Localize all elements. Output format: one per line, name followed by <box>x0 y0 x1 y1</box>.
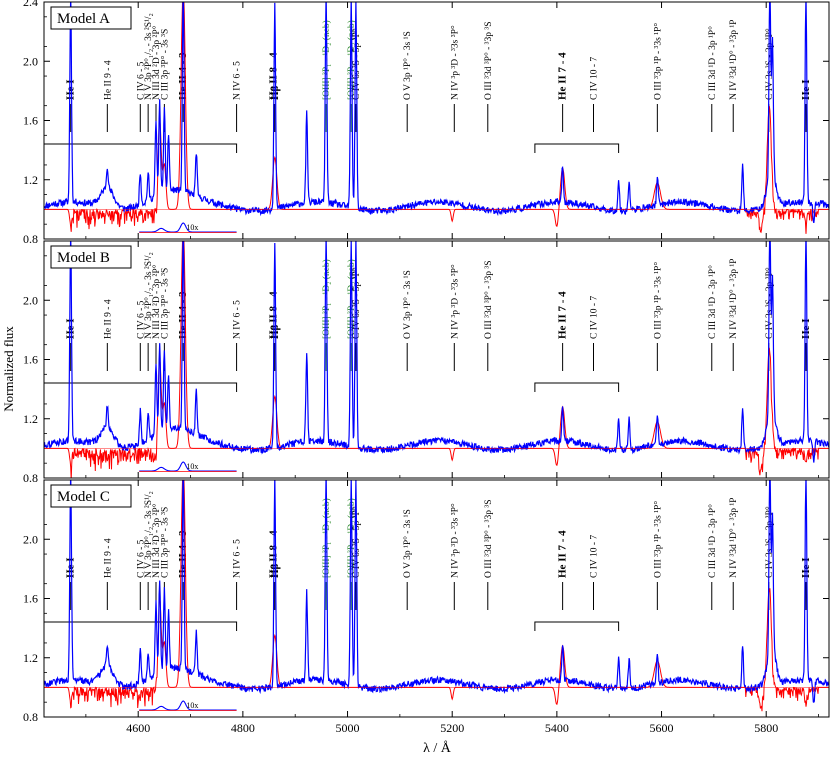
y-tick-label: 0.8 <box>23 710 38 724</box>
line-id-label: He I <box>65 319 77 339</box>
y-tick-label: 1.6 <box>23 114 38 128</box>
line-id-label: He II 7 - 4 <box>557 530 569 578</box>
x-tick-label: 5000 <box>336 721 360 735</box>
line-id-label: C III 3d ¹D - 3p ¹P° <box>707 504 718 578</box>
inset-label: 10x <box>186 223 198 232</box>
line-id-label: Hβ <box>269 563 281 578</box>
line-id-label: O III ³3d ³P° - ³3p ³S <box>483 21 494 100</box>
line-id-label: O V 3p ¹P° - 3s ¹S <box>402 270 413 339</box>
line-id-label: He II 9 - 4 <box>103 299 113 339</box>
line-id-label: O V 3p ¹P° - 3s ¹S <box>402 509 413 578</box>
line-group-bracket <box>534 382 620 392</box>
line-id-label: C III 3d ¹D - 3p ¹P° <box>707 265 718 339</box>
line-id-label: O III ³3d ³P° - ³3p ³S <box>483 499 494 578</box>
line-id-label: N IV ³p ³D - ³3s ³P° <box>449 264 460 339</box>
panel-title: Model C <box>57 489 110 505</box>
x-axis-label: λ / Å <box>423 740 452 756</box>
panel-1: He I He II 9 - 4C IV 6 - 5N V 3p ²P°₁/₂ -… <box>23 0 830 246</box>
line-id-label: C IV 10 - 7 <box>590 535 600 578</box>
line-id-label: He II 7 - 4 <box>557 52 569 100</box>
line-group-bracket <box>534 621 620 631</box>
line-id-label: C III 3p ³P° - 3s ³S <box>159 507 170 578</box>
line-id-label: He I <box>65 558 77 578</box>
inset-label: 10x <box>186 462 198 471</box>
line-id-label: N IV ³p ³D - ³3s ³P° <box>449 503 460 578</box>
y-tick-label: 0.8 <box>23 232 38 246</box>
observed-spectrum <box>44 241 829 463</box>
x-tick-label: 5800 <box>754 721 778 735</box>
line-id-label: He I <box>65 80 77 100</box>
line-id-label: He II 9 - 4 <box>103 60 113 100</box>
line-id-label: He II 9 - 4 <box>103 538 113 578</box>
line-id-label: N IV ³3d ¹D° - ³3p ¹P <box>728 20 739 100</box>
line-id-label: O III ³3p ¹P - ³3s ¹P° <box>652 501 663 578</box>
panels-group: He I He II 9 - 4C IV 6 - 5N V 3p ²P°₁/₂ -… <box>23 0 830 735</box>
line-id-label: C III 3p ³P° - 3s ³S <box>159 29 170 100</box>
x-tick-label: 4600 <box>126 721 150 735</box>
line-id-label: He I <box>800 319 812 339</box>
line-id-label: He I <box>800 558 812 578</box>
line-id-label: N IV ³3d ¹D° - ³3p ¹P <box>728 259 739 339</box>
model-spectrum <box>44 480 829 712</box>
line-group-bracket <box>43 621 238 631</box>
inset-label: 10x <box>186 701 198 710</box>
y-tick-label: 2.0 <box>23 293 38 307</box>
line-id-label: N IV ³p ³D - ³3s ³P° <box>449 25 460 100</box>
line-id-label: N IV 6 - 5 <box>233 300 243 339</box>
panel-2: He I He II 9 - 4C IV 6 - 5N V 3p ²P°₁/₂ -… <box>23 240 830 485</box>
panel-3: He I He II 9 - 4C IV 6 - 5N V 3p ²P°₁/₂ -… <box>23 479 830 735</box>
line-id-label: He II 4 - 3 <box>177 530 189 578</box>
line-id-label: He II 4 - 3 <box>177 52 189 100</box>
y-tick-label: 1.2 <box>23 651 38 665</box>
line-group-bracket <box>43 143 238 153</box>
y-tick-label: 1.6 <box>23 592 38 606</box>
y-tick-label: 1.6 <box>23 353 38 367</box>
line-id-label: N IV 6 - 5 <box>233 539 243 578</box>
observed-spectrum <box>44 480 829 704</box>
line-id-label: He II 4 - 3 <box>177 291 189 339</box>
x-tick-label: 5200 <box>440 721 464 735</box>
x-tick-label: 5400 <box>545 721 569 735</box>
y-tick-label: 2.0 <box>23 54 38 68</box>
line-id-label: He I <box>800 80 812 100</box>
y-axis-label: Normalized flux <box>1 326 16 412</box>
x-tick-label: 4800 <box>231 721 255 735</box>
spectrum-figure: Normalized flux λ / Å He I He II 9 - 4 C I… <box>1 0 830 756</box>
line-id-label: O III ³3p ¹P - ³3s ¹P° <box>652 262 663 339</box>
y-tick-label: 0.8 <box>23 471 38 485</box>
line-id-label: O V 3p ¹P° - 3s ¹S <box>402 31 413 100</box>
y-tick-label: 2.4 <box>23 0 38 9</box>
y-tick-label: 1.2 <box>23 173 38 187</box>
line-id-label: C III 3p ³P° - 3s ³S <box>159 268 170 339</box>
line-id-label: N IV ³3d ¹D° - ³3p ¹P <box>728 498 739 578</box>
y-tick-label: 2.0 <box>23 532 38 546</box>
line-id-label: N IV 6 - 5 <box>233 61 243 100</box>
y-tick-label: 1.2 <box>23 412 38 426</box>
line-id-label: C IV 10 - 7 <box>590 296 600 339</box>
line-id-label: O III ³3d ³P° - ³3p ³S <box>483 260 494 339</box>
line-id-label: C III 3d ¹D - 3p ¹P° <box>707 26 718 100</box>
line-id-label: He II 7 - 4 <box>557 291 569 339</box>
line-group-bracket <box>534 143 620 153</box>
line-id-label: Hβ <box>269 85 281 100</box>
panel-title: Model A <box>57 11 110 27</box>
line-id-label: Hβ <box>269 324 281 339</box>
panel-title: Model B <box>57 250 110 266</box>
line-id-label: C IV 10 - 7 <box>590 57 600 100</box>
line-id-label: O III ³3p ¹P - ³3s ¹P° <box>652 23 663 100</box>
line-group-bracket <box>43 382 238 392</box>
x-tick-label: 5600 <box>650 721 674 735</box>
